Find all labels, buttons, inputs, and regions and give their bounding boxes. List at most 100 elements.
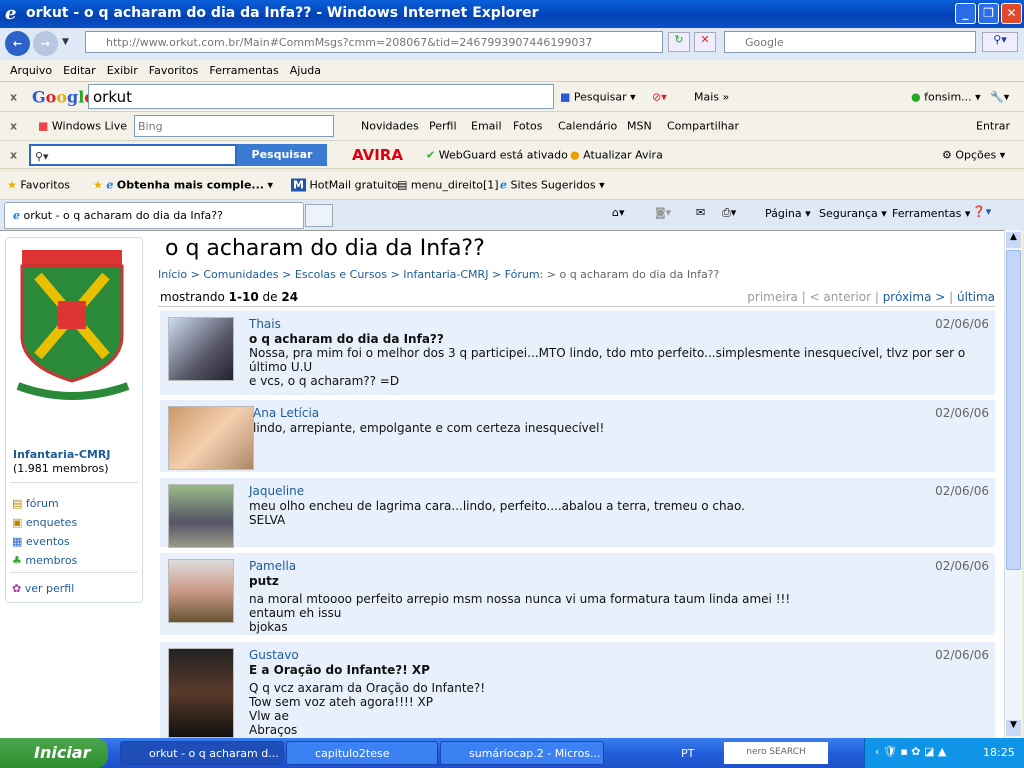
print-icon[interactable]: ⎙▾: [722, 206, 736, 220]
language-indicator[interactable]: PT: [681, 747, 694, 760]
menu-editar[interactable]: Editar: [63, 64, 96, 77]
crumb-inicio[interactable]: Início: [158, 268, 187, 281]
favorites-button[interactable]: ★ Favoritos: [7, 179, 70, 192]
live-link-calendario[interactable]: Calendário: [558, 120, 617, 133]
menu-ferramentas[interactable]: Ferramentas: [209, 64, 278, 77]
webguard-status[interactable]: ✔ WebGuard está ativado: [426, 148, 568, 161]
events-link[interactable]: ▦ eventos: [12, 532, 77, 551]
author-link[interactable]: Pamella: [249, 559, 296, 573]
system-tray: ‹ 🛡 ▪ ✿ ◪ ▲ 18:25: [864, 738, 1024, 768]
crumb-community[interactable]: Infantaria-CMRJ: [403, 268, 488, 281]
start-button[interactable]: Iniciar: [0, 738, 108, 768]
avira-search-button[interactable]: Pesquisar: [237, 144, 327, 166]
live-link-msn[interactable]: MSN: [627, 120, 652, 133]
pager-last[interactable]: última: [957, 290, 995, 304]
history-dropdown[interactable]: ▼: [62, 37, 69, 47]
crumb-escolas[interactable]: Escolas e Cursos: [295, 268, 387, 281]
fav-item-2[interactable]: ▤ menu_direito[1]: [397, 179, 499, 192]
feeds-icon[interactable]: ◙▾: [655, 206, 671, 219]
address-bar-row: ← → ▼ http://www.orkut.com.br/Main#CommM…: [0, 28, 1024, 60]
search-button[interactable]: ⚲▾: [982, 32, 1018, 52]
security-menu[interactable]: Segurança ▾: [819, 207, 887, 220]
stop-button[interactable]: ✕: [694, 32, 716, 52]
signin-button[interactable]: Entrar: [976, 120, 1010, 133]
more-button[interactable]: Mais »: [694, 90, 729, 103]
live-link-perfil[interactable]: Perfil: [429, 120, 457, 133]
new-tab-button[interactable]: [305, 204, 333, 227]
showing-count: mostrando 1-10 de 24: [160, 290, 299, 304]
minimize-button[interactable]: _: [955, 3, 976, 24]
google-search-button[interactable]: ■ Pesquisar ▾: [560, 90, 636, 103]
avatar[interactable]: [168, 317, 234, 381]
avatar[interactable]: [168, 648, 234, 738]
live-link-email[interactable]: Email: [471, 120, 502, 133]
polls-link[interactable]: ▣ enquetes: [12, 513, 77, 532]
close-toolbar-icon[interactable]: x: [10, 90, 17, 103]
community-links: ▤ fórum ▣ enquetes ▦ eventos ♣ membros: [12, 494, 77, 570]
menu-favoritos[interactable]: Favoritos: [149, 64, 199, 77]
vertical-scrollbar[interactable]: ▲ ▼: [1004, 230, 1022, 738]
avatar[interactable]: [168, 559, 234, 623]
avatar[interactable]: [168, 406, 254, 470]
restore-button[interactable]: ❐: [978, 3, 999, 24]
help-icon[interactable]: ❓▾: [972, 205, 991, 218]
page-menu[interactable]: Página ▾: [765, 207, 811, 220]
forward-button[interactable]: →: [33, 31, 58, 56]
post-date: 02/06/06: [935, 648, 989, 662]
menu-exibir[interactable]: Exibir: [107, 64, 138, 77]
tab-active[interactable]: e orkut - o q acharam do dia da Infa??: [4, 202, 304, 229]
avatar[interactable]: [168, 484, 234, 548]
polls-icon: ▣: [12, 516, 23, 529]
task-capitulo2tese[interactable]: capitulo2tese: [286, 741, 438, 765]
popup-blocker-icon[interactable]: ⊘▾: [652, 90, 667, 103]
back-button[interactable]: ←: [5, 31, 30, 56]
crumb-forum[interactable]: Fórum:: [505, 268, 544, 281]
members-link[interactable]: ♣ membros: [12, 551, 77, 570]
wrench-icon[interactable]: 🔧▾: [990, 90, 1009, 103]
close-button[interactable]: ✕: [1001, 3, 1022, 24]
post-text: Abraços: [249, 723, 298, 737]
bing-search-input[interactable]: Bing: [134, 115, 334, 137]
menu-arquivo[interactable]: Arquivo: [10, 64, 52, 77]
fav-item-1[interactable]: M HotMail gratuito: [291, 178, 398, 192]
post-subject: putz: [249, 574, 279, 588]
live-link-compartilhar[interactable]: Compartilhar: [667, 120, 739, 133]
close-toolbar-icon[interactable]: x: [10, 120, 17, 133]
author-link[interactable]: Gustavo: [249, 648, 299, 662]
task-orkut[interactable]: orkut - o q acharam d...: [120, 741, 284, 765]
mail-icon[interactable]: ✉: [696, 206, 705, 219]
author-link[interactable]: Thais: [249, 317, 281, 331]
forum-link[interactable]: ▤ fórum: [12, 494, 77, 513]
nero-search[interactable]: nero SEARCH: [724, 742, 828, 764]
post: Jaqueline 02/06/06 meu olho encheu de lag…: [160, 478, 995, 548]
forum-icon: ▤: [12, 497, 23, 510]
author-link[interactable]: Ana Letícia: [253, 406, 319, 420]
refresh-button[interactable]: ↻: [668, 32, 690, 52]
live-link-novidades[interactable]: Novidades: [361, 120, 419, 133]
view-profile-link[interactable]: ✿ ver perfil: [12, 582, 74, 595]
options-menu[interactable]: ⚙ Opções ▾: [942, 148, 1005, 161]
fav-item-3[interactable]: e Sites Sugeridos ▾: [500, 179, 605, 192]
scroll-down-button[interactable]: ▼: [1006, 720, 1021, 736]
tray-icons[interactable]: ‹ 🛡 ▪ ✿ ◪ ▲: [875, 745, 946, 758]
tools-menu[interactable]: Ferramentas ▾: [892, 207, 970, 220]
google-search-input[interactable]: orkut: [88, 84, 554, 109]
community-name[interactable]: Infantaria-CMRJ: [13, 448, 110, 461]
account-menu[interactable]: ● fonsim... ▾: [911, 90, 981, 103]
post-text: entaum eh issu: [249, 606, 342, 620]
search-input[interactable]: Google: [724, 31, 976, 53]
task-sumario[interactable]: sumáriocap.2 - Micros...: [440, 741, 604, 765]
live-link-fotos[interactable]: Fotos: [513, 120, 542, 133]
crumb-comunidades[interactable]: Comunidades: [203, 268, 278, 281]
avira-search-input[interactable]: ⚲▾: [29, 144, 237, 166]
pager-next[interactable]: próxima >: [883, 290, 946, 304]
scroll-up-button[interactable]: ▲: [1006, 232, 1021, 248]
menu-ajuda[interactable]: Ajuda: [290, 64, 321, 77]
fav-item-0[interactable]: ★ e Obtenha mais comple... ▾: [93, 179, 273, 192]
home-icon[interactable]: ⌂▾: [612, 206, 625, 219]
update-avira[interactable]: ● Atualizar Avira: [570, 148, 663, 161]
scroll-thumb[interactable]: [1006, 250, 1021, 570]
author-link[interactable]: Jaqueline: [249, 484, 304, 498]
close-toolbar-icon[interactable]: x: [10, 148, 17, 161]
address-input[interactable]: http://www.orkut.com.br/Main#CommMsgs?cm…: [85, 31, 663, 53]
